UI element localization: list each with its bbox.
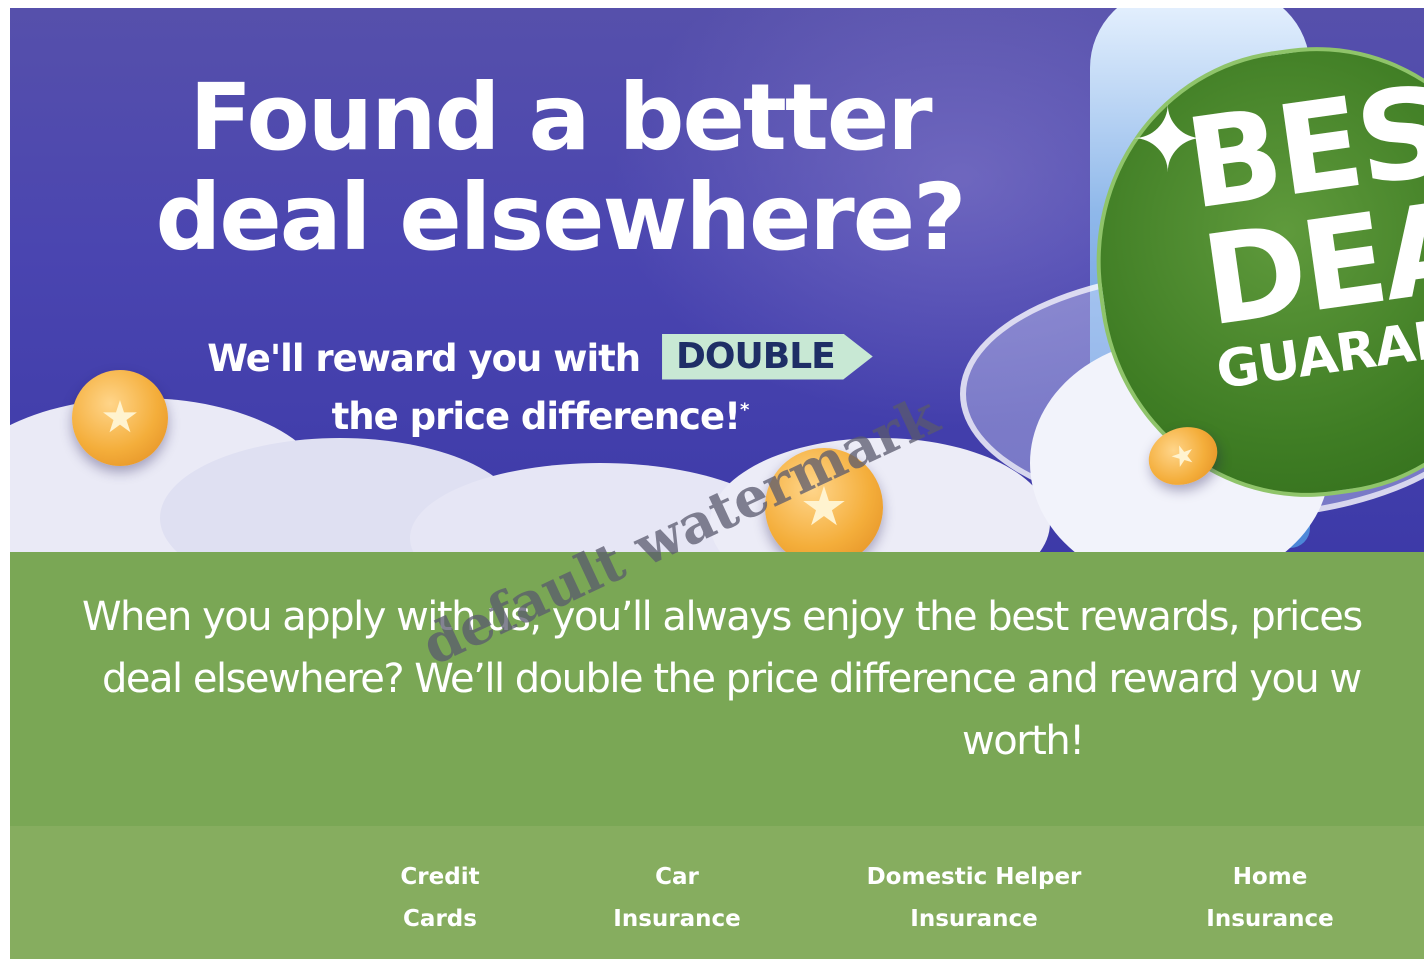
nav-item-line1: Credit <box>400 864 480 890</box>
nav-item-line2: Insurance <box>1206 906 1334 932</box>
nav-item-line2: Insurance <box>613 906 741 932</box>
sparkle-icon: ✦ <box>1130 88 1206 193</box>
hero-title: Found a better deal elsewhere? <box>70 68 1050 268</box>
hero-banner[interactable]: BEST DEAL GUARANTEE ✦ Found a better dea… <box>10 8 1424 552</box>
nav-item-line1: Domestic Helper <box>866 864 1082 890</box>
page-frame: BEST DEAL GUARANTEE ✦ Found a better dea… <box>10 8 1424 959</box>
nav-item-line1: Home <box>1232 864 1308 890</box>
nav-item-line2: Insurance <box>910 906 1038 932</box>
footnote-asterisk: * <box>739 399 749 421</box>
promo-line1: When you apply with us, you’ll always en… <box>82 594 1363 640</box>
coin-star-icon: ★ <box>72 370 168 466</box>
promo-text: When you apply with us, you’ll always en… <box>82 586 1424 772</box>
promo-line3: worth! <box>962 718 1085 764</box>
nav-item-credit-cards[interactable]: Credit Cards <box>310 856 570 940</box>
hero-title-line2: deal elsewhere? <box>155 164 966 271</box>
nav-item-car-insurance[interactable]: Car Insurance <box>547 856 807 940</box>
double-badge: DOUBLE <box>662 333 873 380</box>
nav-item-home-insurance[interactable]: Home Insurance <box>1140 856 1400 940</box>
hero-title-line1: Found a better <box>189 64 932 171</box>
nav-item-line2: Cards <box>403 906 477 932</box>
product-nav: Credit Cards Car Insurance Domestic Help… <box>10 826 1424 959</box>
best-deal-badge-text: BEST DEAL GUARANTEE <box>1178 48 1424 401</box>
subtitle-prefix: We'll reward you with <box>207 337 641 380</box>
hero-subtitle: We'll reward you with DOUBLE the price d… <box>160 330 920 446</box>
promo-band: When you apply with us, you’ll always en… <box>10 552 1424 826</box>
nav-item-line1: Car <box>655 864 699 890</box>
subtitle-suffix: the price difference! <box>331 395 741 438</box>
nav-item-domestic-helper-insurance[interactable]: Domestic Helper Insurance <box>844 856 1104 940</box>
promo-line2: deal elsewhere? We’ll double the price d… <box>102 656 1362 702</box>
